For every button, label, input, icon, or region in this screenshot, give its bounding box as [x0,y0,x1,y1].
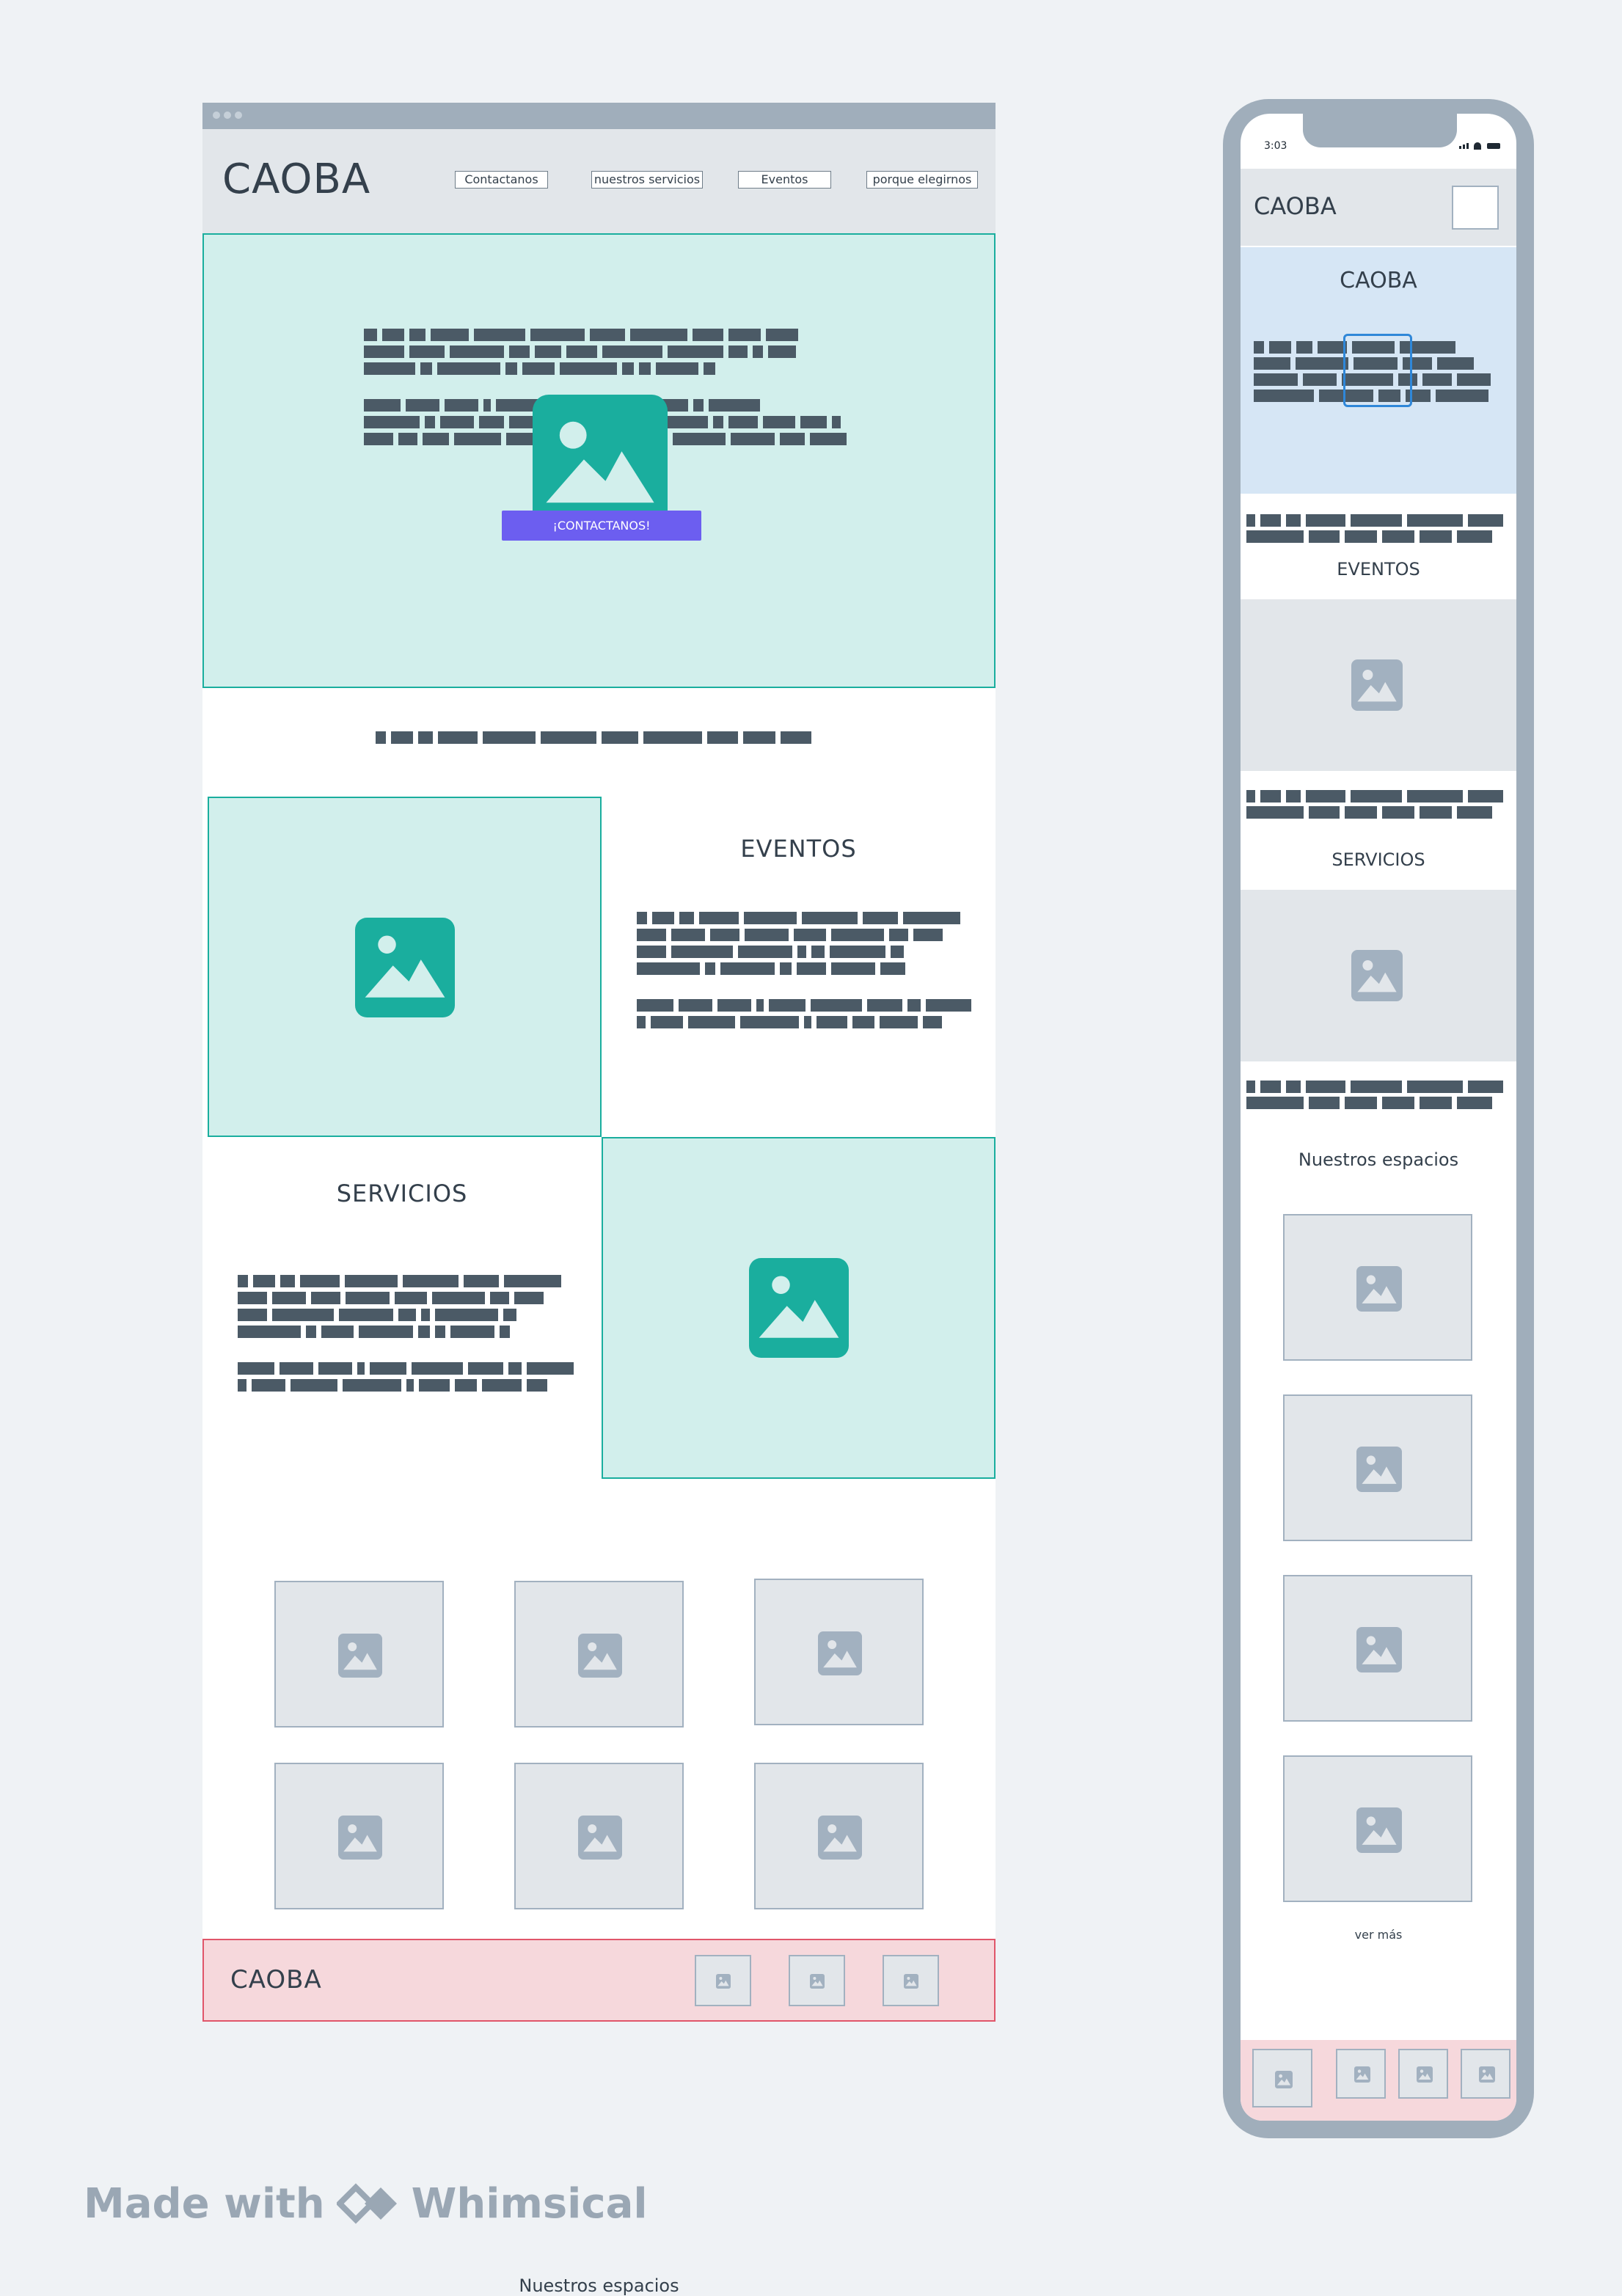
mobile-hero-title: CAOBA [1340,268,1417,293]
menu-button[interactable] [1452,186,1499,230]
footer-link[interactable] [1461,2049,1510,2099]
eventos-image [208,797,602,1137]
window-dot[interactable] [235,111,242,119]
eventos-text-block-2 [637,999,971,1028]
image-icon [749,1258,849,1358]
espacio-thumbnail[interactable] [274,1763,444,1909]
status-time: 3:03 [1264,140,1287,152]
image-icon [533,395,668,530]
image-icon [1479,2066,1495,2083]
nav-servicios[interactable]: nuestros servicios [591,171,703,189]
footer-social-link[interactable] [883,1955,939,2006]
mobile-footer [1241,2040,1516,2121]
espacio-thumbnail[interactable] [754,1763,924,1909]
nav-contactanos[interactable]: Contactanos [455,171,548,189]
image-icon [355,918,455,1017]
footer-link[interactable] [1252,2049,1312,2107]
whimsical-logo-icon [335,2182,400,2226]
espacio-thumbnail[interactable] [754,1579,924,1725]
espacios-title: Nuestros espacios [519,2275,679,2296]
mobile-wireframe: 3:03 CAOBA CAOBA EVENTOS SERVICIOS Nuest… [1223,99,1534,2138]
servicios-title: SERVICIOS [336,1180,468,1207]
site-logo[interactable]: CAOBA [222,156,370,203]
hero-section: ¡CONTACTANOS! [202,233,996,688]
nav-porque-elegirnos[interactable]: porque elegirnos [866,171,978,189]
image-icon [1275,2071,1293,2088]
window-dot[interactable] [213,111,220,119]
servicios-text-block-2 [238,1362,574,1392]
image-icon [1356,1627,1402,1672]
image-icon [1356,1266,1402,1312]
browser-titlebar [202,103,996,129]
footer-link[interactable] [1336,2049,1386,2099]
footer-link[interactable] [1398,2049,1448,2099]
whimsical-brand: Whimsical [411,2179,648,2228]
image-icon [1356,1807,1402,1853]
image-icon [338,1634,382,1678]
image-icon [818,1631,862,1675]
site-header: CAOBA Contactanos nuestros servicios Eve… [202,129,996,233]
battery-icon [1487,143,1500,149]
mobile-espacio-thumbnail[interactable] [1283,1394,1472,1541]
espacio-thumbnail[interactable] [514,1763,684,1909]
footer-social-link[interactable] [789,1955,845,2006]
mobile-espacios-title: Nuestros espacios [1298,1149,1459,1170]
window-dot[interactable] [224,111,231,119]
made-with-whimsical[interactable]: Made with Whimsical [84,2174,648,2233]
phone-notch [1303,114,1457,147]
image-icon [1351,659,1403,711]
image-icon [810,1974,825,1989]
mobile-eventos-image [1241,599,1516,771]
footer-logo[interactable]: CAOBA [230,1965,322,1995]
eventos-text-block [637,912,960,975]
footer-social-link[interactable] [695,1955,751,2006]
image-icon [578,1634,622,1678]
desktop-wireframe: CAOBA Contactanos nuestros servicios Eve… [202,103,996,2296]
mobile-logo[interactable]: CAOBA [1254,192,1337,220]
mobile-espacio-thumbnail[interactable] [1283,1214,1472,1361]
image-icon [1356,1447,1402,1492]
wifi-icon [1474,142,1481,150]
image-icon [338,1816,382,1860]
intro-text [376,731,811,744]
mobile-eventos-text [1246,790,1503,819]
mobile-hero: CAOBA [1241,247,1516,494]
image-icon [1354,2066,1370,2083]
image-icon [1417,2066,1433,2083]
mobile-intro-text [1246,514,1503,543]
espacio-thumbnail[interactable] [274,1581,444,1728]
image-icon [578,1816,622,1860]
mobile-servicios-title: SERVICIOS [1331,849,1425,870]
made-with-label: Made with [84,2179,325,2228]
image-icon [904,1974,918,1989]
site-footer: CAOBA [202,1939,996,2022]
image-icon [1351,950,1403,1001]
nav-eventos[interactable]: Eventos [738,171,831,189]
phone-screen: 3:03 CAOBA CAOBA EVENTOS SERVICIOS Nuest… [1241,114,1516,2121]
selection-handle [1343,334,1412,407]
servicios-image [602,1137,996,1479]
mobile-servicios-text [1246,1081,1503,1109]
mobile-eventos-title: EVENTOS [1337,559,1420,580]
ver-mas-link[interactable]: ver más [1241,1928,1516,1942]
status-icons [1459,142,1503,150]
image-icon [818,1816,862,1860]
cta-contactanos-button[interactable]: ¡CONTACTANOS! [502,511,701,541]
image-icon [716,1974,731,1989]
hero-text-block [364,329,798,375]
espacio-thumbnail[interactable] [514,1581,684,1728]
mobile-header: CAOBA [1241,169,1516,246]
servicios-text-block [238,1275,561,1338]
mobile-espacio-thumbnail[interactable] [1283,1755,1472,1902]
mobile-servicios-image [1241,890,1516,1061]
eventos-title: EVENTOS [740,835,857,863]
mobile-espacio-thumbnail[interactable] [1283,1575,1472,1722]
